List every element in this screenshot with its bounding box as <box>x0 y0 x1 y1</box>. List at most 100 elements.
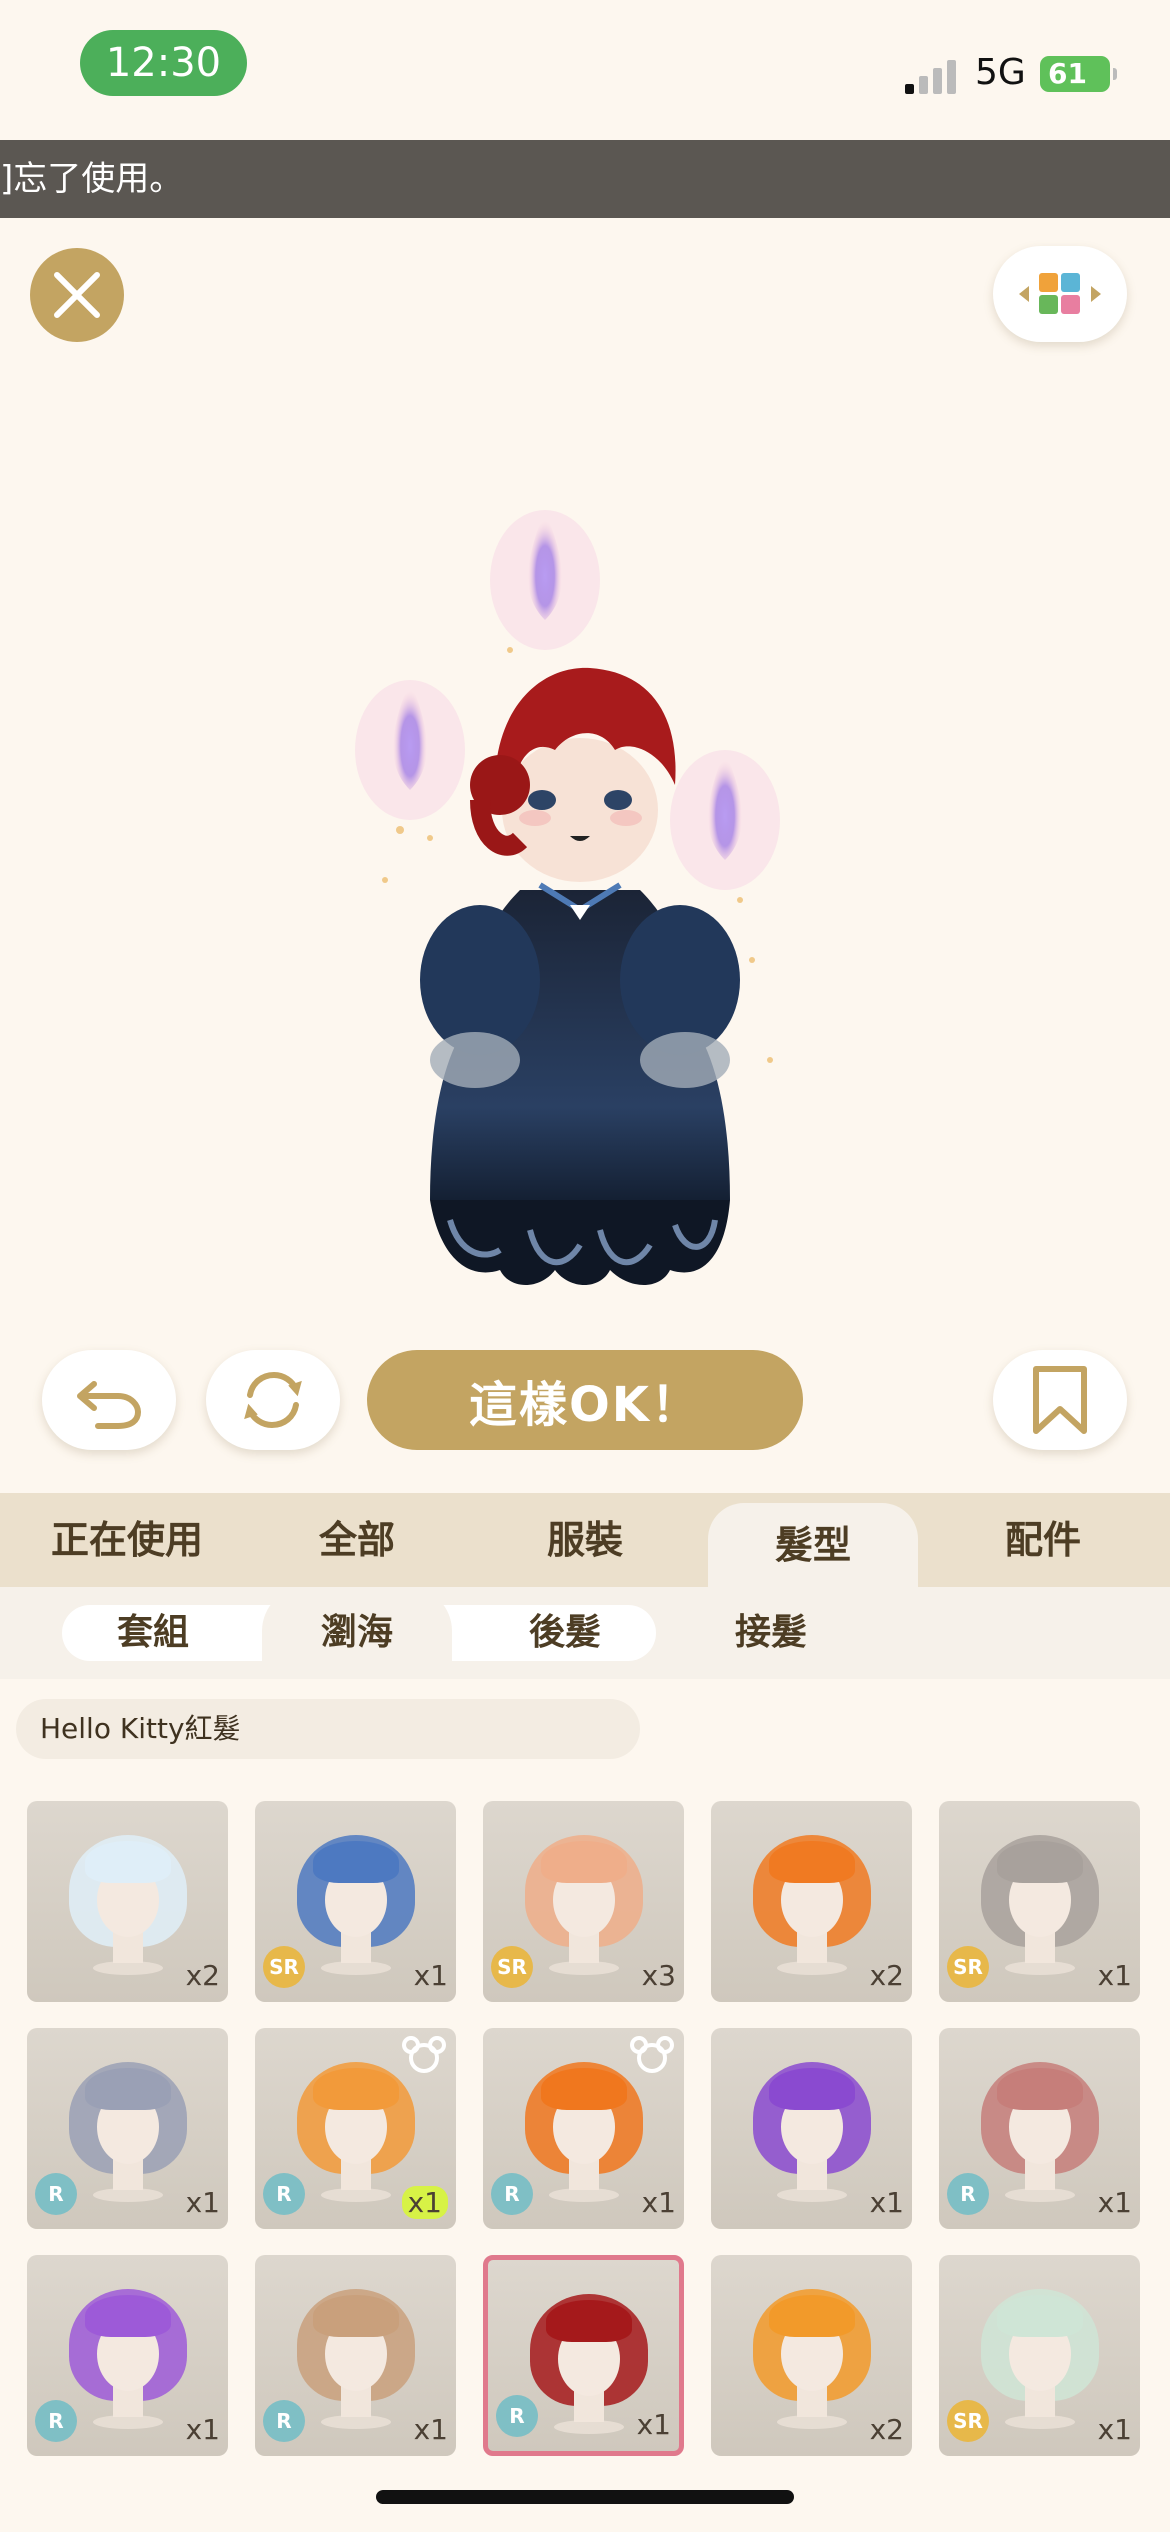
rarity-badge: SR <box>947 1946 989 1988</box>
marquee-banner: ]忘了使用。 <box>0 140 1170 218</box>
item-count: x2 <box>869 2413 904 2446</box>
item-count: x1 <box>413 2413 448 2446</box>
close-icon <box>54 272 100 318</box>
hair-item-rose-brown[interactable]: Rx1 <box>939 2028 1140 2229</box>
battery-level: 61 <box>1048 57 1087 90</box>
rarity-badge: R <box>35 2173 77 2215</box>
mannequin-stand <box>1005 2415 1075 2429</box>
rarity-badge: R <box>496 2395 538 2437</box>
tab-outfits[interactable]: 服裝 <box>480 1493 690 1587</box>
mannequin-stand <box>777 2188 847 2202</box>
hair-bangs <box>85 2295 171 2337</box>
item-count: x1 <box>641 2186 676 2219</box>
hair-item-gray-long[interactable]: SR x1 <box>939 1801 1140 2002</box>
signal-icon <box>905 56 961 94</box>
hair-bangs <box>313 1841 399 1883</box>
avatar-preview <box>355 510 780 1285</box>
item-count: x1 <box>1097 1959 1132 1992</box>
undo-button[interactable] <box>42 1350 176 1450</box>
item-count: x1 <box>401 2186 448 2219</box>
hair-bangs <box>313 2068 399 2110</box>
color-grid-icon <box>1019 273 1101 314</box>
mannequin-stand <box>93 2415 163 2429</box>
item-count: x2 <box>185 1959 220 1992</box>
hair-item-orange-afro[interactable]: x2 <box>711 2255 912 2456</box>
wardrobe-grid-button[interactable] <box>993 246 1127 342</box>
hair-item-purple-green[interactable]: Rx1 <box>27 2255 228 2456</box>
category-tabs: 正在使用 全部 服裝 髮型 配件 <box>0 1493 1170 1587</box>
hair-bangs <box>769 2068 855 2110</box>
hair-bangs <box>546 2300 632 2342</box>
item-count: x1 <box>636 2408 671 2441</box>
tab-hairstyles[interactable]: 髮型 <box>708 1503 918 1587</box>
avatar-dress <box>420 882 740 1285</box>
hair-bangs <box>997 2295 1083 2337</box>
hair-bangs <box>769 2295 855 2337</box>
sub-tab-sets[interactable]: 套組 <box>58 1587 248 1679</box>
hair-item-orange-bowl[interactable]: Rx1 <box>483 2028 684 2229</box>
home-indicator <box>376 2490 794 2504</box>
banner-text: ]忘了使用。 <box>0 159 184 199</box>
item-count: x1 <box>869 2186 904 2219</box>
mannequin-stand <box>1005 2188 1075 2202</box>
hair-bangs <box>997 1841 1083 1883</box>
hair-item-gray-blue-short[interactable]: Rx1 <box>27 2028 228 2229</box>
rarity-badge: SR <box>263 1946 305 1988</box>
hair-item-white-blue[interactable]: x2 <box>27 1801 228 2002</box>
mannequin-stand <box>554 2420 624 2434</box>
hair-bangs <box>997 2068 1083 2110</box>
hair-bangs <box>313 2295 399 2337</box>
rarity-badge: R <box>35 2400 77 2442</box>
network-label: 5G <box>975 52 1026 93</box>
mannequin-stand <box>549 2188 619 2202</box>
item-count: x1 <box>1097 2186 1132 2219</box>
sub-tab-bangs[interactable]: 瀏海 <box>262 1587 452 1679</box>
hair-bangs <box>541 1841 627 1883</box>
hair-bangs <box>769 1841 855 1883</box>
selected-item-name: Hello Kitty紅髮 <box>16 1699 640 1759</box>
mannequin-stand <box>321 2415 391 2429</box>
mannequin-stand <box>777 2415 847 2429</box>
hair-item-red-bob[interactable]: Rx1 <box>483 2255 684 2456</box>
hair-item-blue-curls[interactable]: SR x1 <box>255 1801 456 2002</box>
rarity-badge: SR <box>947 2400 989 2442</box>
hair-item-light-brown-wavy[interactable]: Rx1 <box>255 2255 456 2456</box>
bookmark-button[interactable] <box>993 1350 1127 1450</box>
status-time: 12:30 <box>80 30 247 96</box>
item-count: x3 <box>641 1959 676 1992</box>
mannequin-stand <box>777 1961 847 1975</box>
hair-item-orange-white[interactable]: Rx1 <box>255 2028 456 2229</box>
tab-all[interactable]: 全部 <box>252 1493 462 1587</box>
hair-bangs <box>85 2068 171 2110</box>
hair-item-mint-braids[interactable]: SR x1 <box>939 2255 1140 2456</box>
confirm-ok-button[interactable]: 這樣OK！ <box>367 1350 803 1450</box>
mannequin-stand <box>93 2188 163 2202</box>
shuffle-button[interactable] <box>206 1350 340 1450</box>
item-panel: Hello Kitty紅髮 x2 SR x1 SR x3 x2 SR x1 Rx1 Rx1 Rx1 x… <box>0 1679 1170 2532</box>
bear-icon <box>402 2036 446 2073</box>
undo-icon <box>77 1381 142 1429</box>
mannequin-stand <box>321 2188 391 2202</box>
hair-sub-tabs: 套組 瀏海 後髮 接髮 <box>0 1587 1170 1679</box>
hair-bangs <box>85 1841 171 1883</box>
hair-bangs <box>541 2068 627 2110</box>
mannequin-stand <box>321 1961 391 1975</box>
close-button[interactable] <box>30 248 124 342</box>
bookmark-icon <box>1033 1366 1087 1434</box>
item-count: x1 <box>185 2186 220 2219</box>
hair-item-peach-faded[interactable]: SR x3 <box>483 1801 684 2002</box>
tab-accessories[interactable]: 配件 <box>938 1493 1148 1587</box>
hair-item-black-purple[interactable]: x1 <box>711 2028 912 2229</box>
mannequin-stand <box>549 1961 619 1975</box>
rarity-badge: R <box>263 2173 305 2215</box>
mannequin-stand <box>1005 1961 1075 1975</box>
rarity-badge: R <box>491 2173 533 2215</box>
item-count: x1 <box>1097 2413 1132 2446</box>
avatar-head <box>470 667 676 882</box>
sub-tab-extensions[interactable]: 接髮 <box>676 1587 866 1679</box>
hair-item-orange-bob[interactable]: x2 <box>711 1801 912 2002</box>
refresh-icon <box>244 1371 302 1429</box>
rarity-badge: R <box>947 2173 989 2215</box>
tab-in-use[interactable]: 正在使用 <box>22 1493 232 1587</box>
sub-tab-back-hair[interactable]: 後髮 <box>470 1587 660 1679</box>
